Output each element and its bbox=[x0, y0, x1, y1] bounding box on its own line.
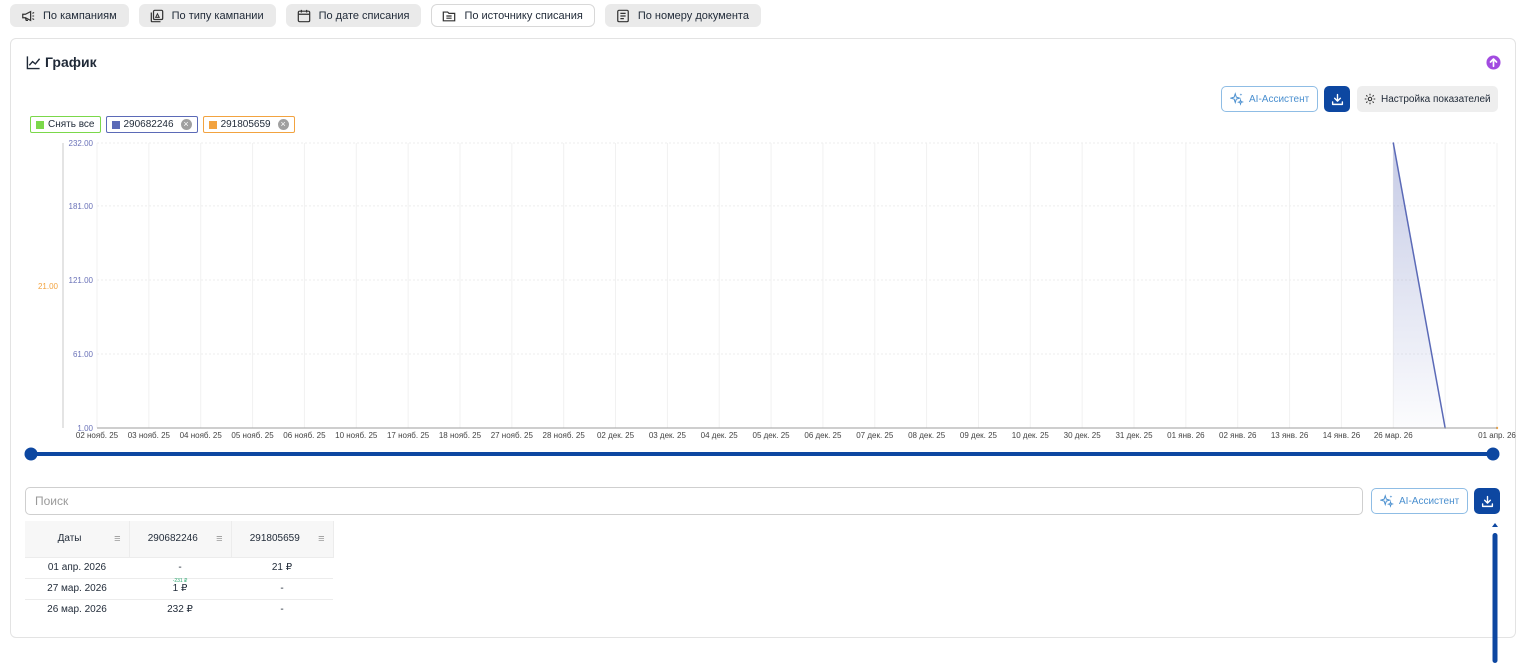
x-tick-label: 03 нояб. 25 bbox=[128, 431, 171, 440]
table-ai-assistant-button[interactable]: AI-Ассистент bbox=[1371, 488, 1469, 514]
x-tick-label: 01 апр. 26 bbox=[1478, 431, 1516, 440]
column-header-series-2[interactable]: 291805659 ≡ bbox=[231, 521, 334, 557]
x-tick-label: 09 дек. 25 bbox=[960, 431, 998, 440]
column-menu-icon[interactable]: ≡ bbox=[114, 533, 120, 545]
range-slider-handle-end[interactable] bbox=[1486, 447, 1500, 461]
column-menu-icon[interactable]: ≡ bbox=[318, 533, 324, 545]
x-tick-label: 05 нояб. 25 bbox=[231, 431, 274, 440]
tab-label: По дате списания bbox=[318, 9, 410, 22]
search-input[interactable]: Поиск bbox=[25, 487, 1363, 515]
table-row[interactable]: 26 мар. 2026 232 ₽ - bbox=[25, 598, 333, 620]
cell-value-1: 1 ₽ bbox=[172, 583, 188, 594]
y2-tick-label: 21.00 bbox=[38, 282, 59, 291]
cell-value-1: 232 ₽ bbox=[129, 598, 231, 620]
x-tick-label: 26 мар. 26 bbox=[1374, 431, 1413, 440]
x-tick-label: 03 дек. 25 bbox=[649, 431, 687, 440]
sparkle-icon bbox=[1380, 494, 1394, 508]
x-tick-label: 06 нояб. 25 bbox=[283, 431, 326, 440]
chart-card: График AI-Ассистент Настройка показателе… bbox=[10, 38, 1516, 663]
x-tick-label: 10 нояб. 25 bbox=[335, 431, 378, 440]
column-header-label: 290682246 bbox=[147, 533, 198, 545]
tab-label: По источнику списания bbox=[464, 9, 583, 22]
column-header-series-1[interactable]: 290682246 ≡ bbox=[129, 521, 232, 557]
x-tick-label: 04 дек. 25 bbox=[701, 431, 739, 440]
tab-by-document-number[interactable]: По номеру документа bbox=[604, 4, 761, 27]
range-slider-handle-start[interactable] bbox=[24, 447, 38, 461]
y-tick-label: 121.00 bbox=[69, 276, 94, 285]
x-tick-label: 07 дек. 25 bbox=[856, 431, 894, 440]
column-header-label: 291805659 bbox=[249, 533, 300, 545]
x-tick-label: 08 дек. 25 bbox=[908, 431, 946, 440]
table-scrollbar[interactable] bbox=[1492, 523, 1498, 663]
table-download-button[interactable] bbox=[1474, 488, 1500, 514]
tab-label: По номеру документа bbox=[637, 9, 749, 22]
x-tick-label: 10 дек. 25 bbox=[1012, 431, 1050, 440]
cell-value-1-wrapper: -231 ₽1 ₽ bbox=[129, 577, 231, 599]
calendar-icon bbox=[297, 9, 310, 22]
x-tick-label: 13 янв. 26 bbox=[1271, 431, 1309, 440]
tab-label: По кампаниям bbox=[43, 9, 117, 22]
cell-value-2: - bbox=[231, 598, 333, 620]
cell-delta: -231 ₽ bbox=[172, 577, 188, 584]
series-point-290682246 bbox=[1392, 142, 1395, 144]
y-tick-label: 181.00 bbox=[69, 202, 94, 211]
column-menu-icon[interactable]: ≡ bbox=[216, 533, 222, 545]
x-tick-label: 17 нояб. 25 bbox=[387, 431, 430, 440]
tab-label: По типу кампании bbox=[171, 9, 264, 22]
x-tick-label: 05 дек. 25 bbox=[753, 431, 791, 440]
x-tick-label: 18 нояб. 25 bbox=[439, 431, 482, 440]
x-tick-label: 27 нояб. 25 bbox=[491, 431, 534, 440]
folder-list-icon bbox=[443, 10, 456, 21]
cell-date: 01 апр. 2026 bbox=[25, 556, 129, 578]
x-tick-label: 28 нояб. 25 bbox=[543, 431, 586, 440]
x-tick-label: 02 янв. 26 bbox=[1219, 431, 1257, 440]
column-header-dates[interactable]: Даты ≡ bbox=[25, 521, 130, 557]
y-tick-label: 232.00 bbox=[69, 139, 94, 148]
data-table: Даты ≡ 290682246 ≡ 291805659 ≡ 01 апр. 2026… bbox=[25, 521, 334, 620]
document-icon bbox=[616, 9, 629, 22]
filter-tabs: По кампаниям По типу кампании По дате сп… bbox=[10, 4, 761, 27]
scrollbar-thumb[interactable] bbox=[1492, 533, 1498, 663]
x-tick-label: 01 янв. 26 bbox=[1167, 431, 1205, 440]
table-row[interactable]: 01 апр. 2026 - 21 ₽ bbox=[25, 556, 333, 578]
column-header-label: Даты bbox=[57, 533, 82, 545]
scroll-up-arrow-icon[interactable] bbox=[1492, 523, 1498, 527]
x-tick-label: 02 нояб. 25 bbox=[76, 431, 119, 440]
cell-value-1: - bbox=[129, 556, 231, 578]
line-chart: 1.0061.00121.00181.00232.0021.0002 нояб.… bbox=[24, 139, 1516, 461]
tab-by-campaigns[interactable]: По кампаниям bbox=[10, 4, 129, 27]
cell-value-2: - bbox=[231, 577, 333, 599]
tab-by-charge-source[interactable]: По источнику списания bbox=[431, 4, 595, 27]
y-tick-label: 61.00 bbox=[73, 350, 94, 359]
x-tick-label: 30 дек. 25 bbox=[1064, 431, 1102, 440]
ai-assistant-label: AI-Ассистент bbox=[1399, 495, 1460, 507]
x-tick-label: 02 дек. 25 bbox=[597, 431, 635, 440]
tab-by-charge-date[interactable]: По дате списания bbox=[285, 4, 422, 27]
x-tick-label: 04 нояб. 25 bbox=[180, 431, 223, 440]
megaphone-icon bbox=[22, 10, 35, 21]
image-box-icon bbox=[150, 9, 163, 22]
cell-value-2: 21 ₽ bbox=[231, 556, 333, 578]
cell-date: 27 мар. 2026 bbox=[25, 577, 129, 599]
cell-date: 26 мар. 2026 bbox=[25, 598, 129, 620]
download-icon bbox=[1481, 495, 1493, 507]
x-tick-label: 31 дек. 25 bbox=[1115, 431, 1153, 440]
x-tick-label: 14 янв. 26 bbox=[1323, 431, 1361, 440]
table-row[interactable]: 27 мар. 2026 -231 ₽1 ₽ - bbox=[25, 577, 333, 599]
tab-by-campaign-type[interactable]: По типу кампании bbox=[138, 4, 276, 27]
x-tick-label: 06 дек. 25 bbox=[804, 431, 842, 440]
